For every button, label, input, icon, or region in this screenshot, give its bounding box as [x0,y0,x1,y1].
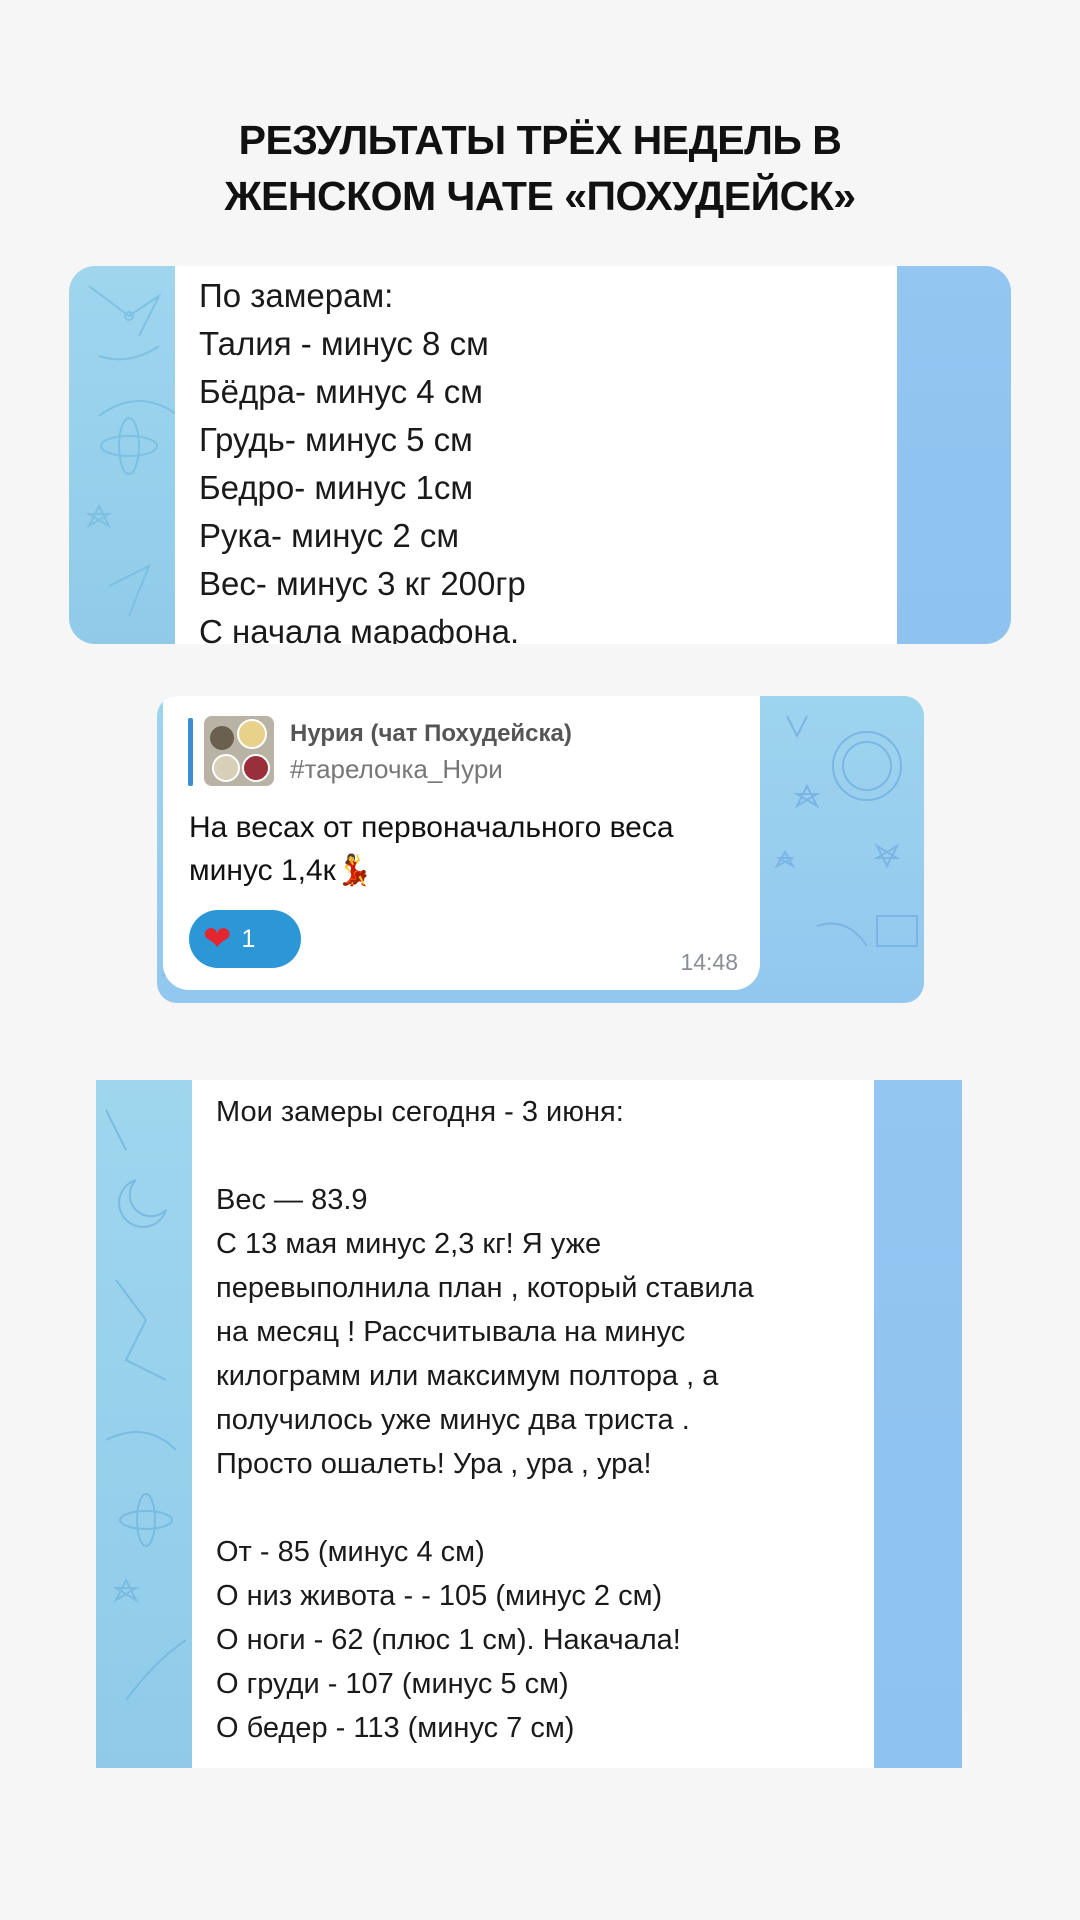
text-line: Рука- минус 2 см [199,517,460,554]
message-line-text: минус 1,4к [189,854,336,887]
background-right-strip [874,1080,962,1768]
screenshot-card-today-measurements: Мои замеры сегодня - 3 июня: Вес — 83.9 … [96,1080,962,1768]
text-line: От - 85 (минус 4 см) [216,1536,485,1568]
background-right-strip [897,266,1011,644]
title-line-2: ЖЕНСКОМ ЧАТЕ «ПОХУДЕЙСК» [224,173,856,219]
text-line [216,1486,754,1530]
text-line: килограмм или максимум полтора , а [216,1360,719,1392]
text-line: О груди - 107 (минус 5 см) [216,1668,569,1700]
text-line: О ноги - 62 (плюс 1 см). Накачала! [216,1624,681,1656]
text-line: Бедро- минус 1см [199,469,474,506]
text-line: получилось уже минус два триста . [216,1404,690,1436]
text-line: С 13 мая минус 2,3 кг! Я уже [216,1228,602,1260]
text-line: на месяц ! Рассчитывала на минус [216,1316,686,1348]
message-line: На весах от первоначального веса [189,811,674,844]
today-measurements-text: Мои замеры сегодня - 3 июня: Вес — 83.9 … [216,1090,754,1750]
dancer-emoji-icon: 💃 [335,854,374,887]
quote-thumbnail[interactable] [204,716,274,786]
text-line: По замерам: [199,277,394,314]
message-text: На весах от первоначального веса минус 1… [189,806,749,892]
text-line: Просто ошалеть! Ура , ура , ура! [216,1448,652,1480]
text-line: Грудь- минус 5 см [199,421,473,458]
message-timestamp: 14:48 [680,949,738,975]
text-line: перевыполнила план , который ставила [216,1272,754,1304]
text-line: О бедер - 113 (минус 7 см) [216,1712,575,1744]
text-line: Вес — 83.9 [216,1184,368,1216]
message-line: минус 1,4к💃 [189,849,749,892]
text-line: Талия - минус 8 см [199,325,489,362]
quote-bar [188,718,193,786]
heart-icon: ❤ [203,920,232,958]
screenshot-card-measurements: По замерам: Талия - минус 8 см Бёдра- ми… [69,266,1011,644]
food-photo-icon [204,716,274,786]
quote-hashtag[interactable]: #тарелочка_Нури [290,754,503,785]
message-bubble: Нурия (чат Похудейска) #тарелочка_Нури Н… [163,696,760,990]
text-line: Бёдра- минус 4 см [199,373,483,410]
reaction-count: 1 [241,924,256,953]
title-line-1: РЕЗУЛЬТАТЫ ТРЁХ НЕДЕЛЬ В [238,117,842,163]
text-line: О низ живота - - 105 (минус 2 см) [216,1580,663,1612]
screenshot-card-chat-reply: Нурия (чат Похудейска) #тарелочка_Нури Н… [157,696,924,1003]
measurements-text: По замерам: Талия - минус 8 см Бёдра- ми… [199,272,526,644]
text-line [216,1134,754,1178]
reaction-pill[interactable]: ❤ 1 [189,910,301,968]
page-title: РЕЗУЛЬТАТЫ ТРЁХ НЕДЕЛЬ В ЖЕНСКОМ ЧАТЕ «П… [0,112,1080,224]
text-line: Вес- минус 3 кг 200гр [199,565,526,602]
text-line: Мои замеры сегодня - 3 июня: [216,1096,624,1128]
text-line: С начала марафона. [199,613,520,644]
quote-author: Нурия (чат Похудейска) [290,720,572,747]
